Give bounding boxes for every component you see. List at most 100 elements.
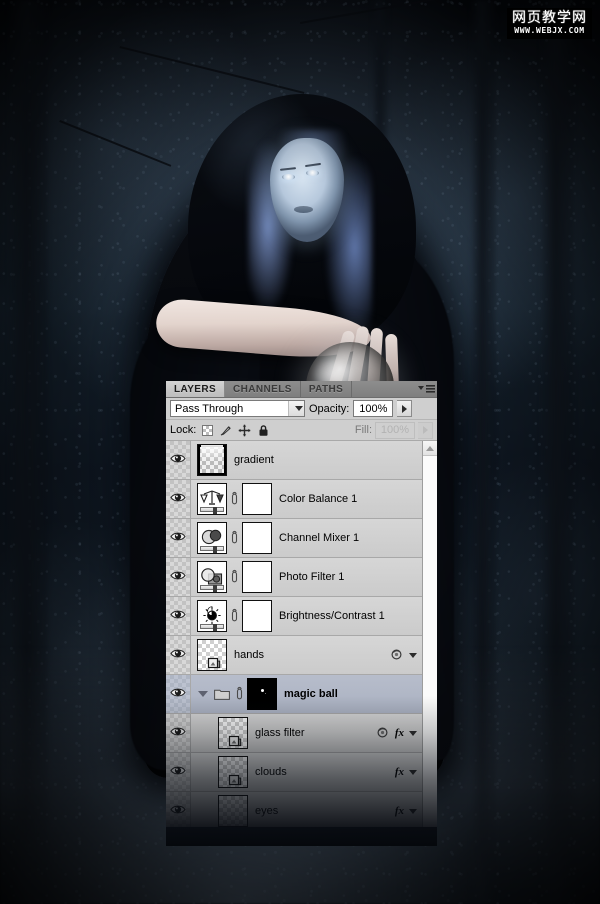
fill-slider-arrow-icon[interactable] [418,421,433,439]
layer-thumbnail[interactable] [218,756,248,788]
watermark-url: WWW.WEBJX.COM [514,26,585,35]
layer-row[interactable]: magic ball [166,675,422,714]
scrollbar-track[interactable] [423,456,437,827]
eye-icon [170,531,186,545]
mask-link-icon[interactable] [230,530,239,546]
watermark-site-name: 网页教学网 [512,10,587,26]
scroll-up-arrow-icon[interactable] [423,441,437,456]
eye-icon [170,570,186,584]
lock-transparent-pixels-icon[interactable] [202,424,214,436]
layer-name: Channel Mixer 1 [279,532,360,544]
lock-image-pixels-icon[interactable] [219,424,232,437]
eye-icon [170,687,186,701]
chevron-down-icon [417,386,424,390]
lock-all-icon[interactable] [257,424,270,437]
layer-row[interactable]: clouds fx [166,753,422,792]
layer-row[interactable]: eyes fx [166,792,422,827]
layer-visibility-toggle[interactable] [166,480,191,518]
layer-mask-thumbnail[interactable] [242,600,272,632]
chevron-down-icon[interactable] [409,808,417,814]
layer-row-body[interactable]: eyes fx [191,792,422,827]
chevron-down-icon[interactable] [409,730,417,736]
layer-thumbnail[interactable] [197,444,227,476]
fx-icon[interactable]: fx [395,766,404,778]
tab-paths[interactable]: PATHS [300,381,353,397]
layer-mask-thumbnail[interactable] [242,483,272,515]
eye-icon [170,765,186,779]
layer-style-icon[interactable] [391,648,404,662]
layer-row[interactable]: Channel Mixer 1 [166,519,422,558]
layer-row[interactable]: gradient [166,441,422,480]
layer-row-right-icons: fx [395,766,422,778]
lock-row: Lock: Fill: 100% [166,420,437,441]
layer-thumbnail[interactable] [197,522,227,554]
layer-name: glass filter [255,727,305,739]
layer-visibility-toggle[interactable] [166,597,191,635]
layer-visibility-toggle[interactable] [166,753,191,791]
layer-visibility-toggle[interactable] [166,675,191,713]
layer-visibility-toggle[interactable] [166,519,191,557]
opacity-slider-arrow-icon[interactable] [397,400,413,417]
fill-input[interactable]: 100% [375,421,415,439]
layer-row-body[interactable]: Photo Filter 1 [191,558,422,596]
layer-row-body[interactable]: Channel Mixer 1 [191,519,422,557]
layer-row[interactable]: Photo Filter 1 [166,558,422,597]
mask-link-icon[interactable] [230,491,239,507]
layer-list[interactable]: gradient Color Balance 1 Channel Mixer 1… [166,441,422,827]
mask-link-icon[interactable] [230,608,239,624]
tab-channels[interactable]: CHANNELS [225,381,301,397]
layer-row[interactable]: hands [166,636,422,675]
layer-style-icon[interactable] [377,726,390,740]
blend-mode-select[interactable]: Pass Through [170,400,305,417]
chevron-down-icon[interactable] [288,401,304,416]
layers-panel: LAYERS CHANNELS PATHS Pass Through Opaci… [166,381,437,846]
menu-lines-icon [425,385,435,393]
layer-thumbnail[interactable] [197,483,227,515]
layer-name: gradient [234,454,274,466]
lock-position-icon[interactable] [238,424,251,437]
layer-mask-thumbnail[interactable] [242,561,272,593]
fx-icon[interactable]: fx [395,727,404,739]
layer-row-body[interactable]: Brightness/Contrast 1 [191,597,422,635]
chevron-down-icon[interactable] [409,769,417,775]
layer-row[interactable]: Brightness/Contrast 1 [166,597,422,636]
layer-thumbnail[interactable] [197,600,227,632]
eye-icon [170,453,186,467]
layer-row[interactable]: Color Balance 1 [166,480,422,519]
layer-thumbnail[interactable] [218,795,248,827]
opacity-input[interactable]: 100% [353,400,394,417]
fx-icon[interactable]: fx [395,805,404,817]
layer-visibility-toggle[interactable] [166,636,191,674]
layer-name: hands [234,649,264,661]
group-expand-caret-icon[interactable] [198,691,208,697]
layer-visibility-toggle[interactable] [166,792,191,827]
layer-row-body[interactable]: gradient [191,441,422,479]
layer-thumbnail[interactable] [197,561,227,593]
layer-thumbnail[interactable] [197,639,227,671]
layer-mask-thumbnail[interactable] [247,678,277,710]
tab-layers[interactable]: LAYERS [166,381,226,397]
layer-visibility-toggle[interactable] [166,441,191,479]
opacity-label: Opacity: [309,402,350,415]
layer-row-right-icons: fx [377,726,422,740]
mask-link-icon[interactable] [235,686,244,702]
chevron-down-icon[interactable] [409,652,417,658]
layer-row-body[interactable]: hands [191,636,422,674]
layer-thumbnail[interactable] [218,717,248,749]
layer-visibility-toggle[interactable] [166,558,191,596]
layer-list-scrollbar[interactable] [422,441,437,827]
blend-mode-row: Pass Through Opacity: 100% [166,398,437,420]
layer-row[interactable]: glass filter fx [166,714,422,753]
layer-row-body[interactable]: magic ball [191,675,422,713]
layer-name: Color Balance 1 [279,493,358,505]
panel-tab-strip: LAYERS CHANNELS PATHS [166,381,437,398]
blend-mode-value: Pass Through [175,402,244,415]
layer-row-body[interactable]: Color Balance 1 [191,480,422,518]
panel-menu-icon[interactable] [415,381,437,397]
layer-row-body[interactable]: clouds fx [191,753,422,791]
layer-row-body[interactable]: glass filter fx [191,714,422,752]
layer-mask-thumbnail[interactable] [242,522,272,554]
mask-link-icon[interactable] [230,569,239,585]
layer-visibility-toggle[interactable] [166,714,191,752]
tab-strip-filler [352,381,415,397]
